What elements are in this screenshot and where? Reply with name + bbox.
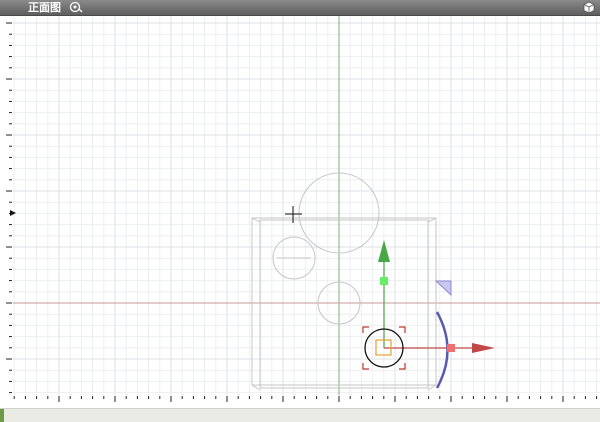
view-options-icon[interactable] (69, 1, 83, 14)
status-accent (0, 409, 4, 422)
ruler-bottom (0, 395, 600, 408)
sketch-geometry[interactable] (251, 172, 437, 391)
rotation-arc[interactable] (435, 311, 449, 389)
y-axis-arrow[interactable] (378, 240, 390, 262)
x-axis-handle[interactable] (447, 344, 455, 352)
viewport-title-bar: 正面图 (0, 0, 600, 16)
grid (13, 16, 600, 395)
view-title[interactable]: 正面图 (28, 1, 61, 14)
drawing-canvas[interactable] (0, 0, 600, 421)
status-bar (0, 408, 600, 422)
corner-triangle-marker[interactable] (434, 280, 452, 297)
y-axis-handle[interactable] (380, 277, 388, 285)
axes (13, 16, 600, 395)
viewcube-icon[interactable] (582, 1, 596, 14)
ruler-left (0, 16, 13, 395)
frame-outline[interactable] (251, 217, 437, 391)
x-axis-arrow[interactable] (472, 343, 495, 353)
front-viewport[interactable]: 正面图 (0, 0, 600, 422)
